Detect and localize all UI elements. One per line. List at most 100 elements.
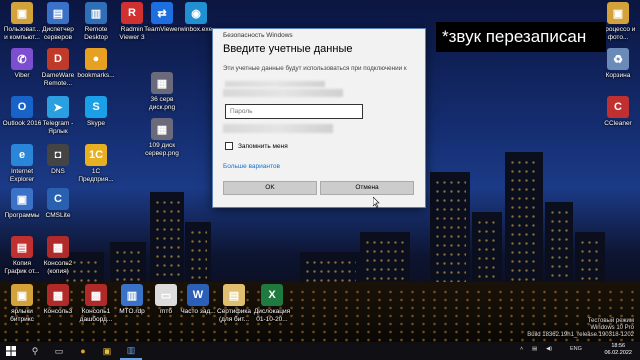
teamviewer-icon: ⇄: [151, 2, 173, 24]
desktop-icon-label: Корзина: [605, 72, 631, 79]
desktop-icon-label: bookmarks...: [77, 72, 115, 79]
desktop-icon[interactable]: ✆ Viber: [2, 48, 42, 80]
toolbox-icon: ▩: [47, 236, 69, 258]
dialog-description: Эти учетные данные будут использоваться …: [223, 65, 407, 72]
desktop-icon[interactable]: ▩ Консоль2 (копия): [38, 236, 78, 275]
internet-explorer-icon: e: [11, 144, 33, 166]
clock-date: 06.02.2022: [604, 350, 632, 356]
desktop-icon-label: ярлыки битрикс: [10, 308, 34, 323]
ccleaner-icon: C: [607, 96, 629, 118]
image-file-icon: ▦: [151, 72, 173, 94]
desktop-icon[interactable]: W Часто зад...: [178, 284, 218, 316]
desktop-icon-label: Сертифика (для бит...: [217, 308, 251, 323]
desktop-icon-label: winbox.exe: [179, 26, 213, 33]
taskbar: ⚲ ▭ ● ▣ ▥ ˄ ▤ ◀) ENG 18:56 06.02.2022: [0, 342, 640, 360]
desktop-icon[interactable]: ▤ Копия График от...: [2, 236, 42, 275]
desktop-icon-label: Часто зад...: [180, 308, 216, 315]
shortcut-folder-icon: ▣: [11, 284, 33, 306]
desktop-icon[interactable]: ▩ Консоль1 дашборд...: [76, 284, 116, 323]
mouse-cursor-icon: [373, 197, 380, 208]
desktop-icon[interactable]: ▣ Пользоват... и компьют...: [2, 2, 42, 41]
desktop-icon[interactable]: ▤ Сертифика (для бит...: [214, 284, 254, 323]
desktop-icon-label: 1С Предприя...: [78, 168, 114, 183]
desktop-icon[interactable]: ▣ Программы: [2, 188, 42, 220]
language-indicator[interactable]: ENG: [570, 346, 582, 352]
network-icon[interactable]: ▤: [532, 346, 537, 352]
dameware-icon: D: [47, 48, 69, 70]
taskbar-explorer-icon[interactable]: ▣: [96, 342, 118, 360]
tray-up-arrow-icon[interactable]: ˄: [520, 346, 523, 352]
viber-icon: ✆: [11, 48, 33, 70]
desktop-icon[interactable]: ◉ winbox.exe: [176, 2, 216, 34]
clock-time: 18:56: [611, 343, 626, 349]
desktop-icon-label: Skype: [86, 120, 106, 127]
checkbox-box[interactable]: [225, 142, 233, 150]
desktop-icon[interactable]: O Outlook 2016: [2, 96, 42, 128]
desktop-icon-label: Консоль1 дашборд...: [79, 308, 113, 323]
1c-icon: 1С: [85, 144, 107, 166]
start-button[interactable]: [0, 342, 22, 360]
desktop-icon[interactable]: ➤ Telegram - Ярлык: [38, 96, 78, 135]
remote-desktop-icon: ▥: [85, 2, 107, 24]
desktop-icon[interactable]: e Internet Explorer: [2, 144, 42, 183]
redacted-server-name: [225, 81, 325, 87]
desktop-icon[interactable]: ▥ Remote Desktop: [76, 2, 116, 41]
telegram-icon: ➤: [47, 96, 69, 118]
desktop-icon[interactable]: ♻ Корзина: [598, 48, 638, 80]
excel-file-icon: X: [261, 284, 283, 306]
dialog-heading: Введите учетные данные: [223, 43, 353, 55]
search-icon[interactable]: ⚲: [24, 342, 46, 360]
overlay-caption: *звук перезаписан: [436, 22, 606, 52]
taskbar-clock[interactable]: 18:56 06.02.2022: [604, 343, 632, 357]
watermark-line-3: Build 18362.19h1_release.190318-1202: [527, 332, 634, 338]
task-view-icon[interactable]: ▭: [48, 342, 70, 360]
programs-folder-icon: ▣: [11, 188, 33, 210]
more-options-link[interactable]: Больше вариантов: [223, 163, 280, 170]
users-folder-icon: ▣: [11, 2, 33, 24]
server-manager-icon: ▤: [47, 2, 69, 24]
desktop-icon[interactable]: X Дислокация 01-10-20...: [252, 284, 292, 323]
volume-icon[interactable]: ◀): [546, 346, 552, 352]
toolbox-icon: ▩: [47, 284, 69, 306]
desktop-icon-label: Диспетчер серверов: [42, 26, 74, 41]
image-file-icon: ▦: [151, 118, 173, 140]
test-mode-watermark: Тестовый режим Windows 10 Pro Build 1836…: [527, 318, 634, 339]
desktop-icon[interactable]: ▦ 36 серв диск.png: [142, 72, 182, 111]
desktop-icon[interactable]: ▦ 109 диск сервер.png: [142, 118, 182, 157]
cancel-button[interactable]: Отмена: [320, 181, 414, 195]
chrome-icon: ●: [85, 48, 107, 70]
desktop-icon-label: Internet Explorer: [9, 168, 35, 183]
desktop-icon-label: Программы: [4, 212, 40, 219]
desktop-icon[interactable]: D DameWare Remote...: [38, 48, 78, 87]
desktop-icon[interactable]: ▩ Консоль3: [38, 284, 78, 316]
word-file-icon: W: [187, 284, 209, 306]
remember-me-checkbox[interactable]: Запомнить меня: [225, 142, 288, 150]
desktop-icon[interactable]: ● bookmarks...: [76, 48, 116, 80]
remember-me-label: Запомнить меня: [238, 142, 288, 150]
desktop-icon[interactable]: 1С 1С Предприя...: [76, 144, 116, 183]
desktop-icon-label: Копия График от...: [4, 260, 40, 275]
desktop-icon-label: DameWare Remote...: [41, 72, 75, 87]
desktop-icon-label: Пользоват... и компьют...: [3, 26, 41, 41]
desktop-icon[interactable]: S Skype: [76, 96, 116, 128]
windows-logo-icon: [6, 346, 16, 356]
outlook-icon: O: [11, 96, 33, 118]
desktop-icon[interactable]: ◘ DNS: [38, 144, 78, 176]
toolbox-icon: ▩: [85, 284, 107, 306]
watermark-line-2: Windows 10 Pro: [590, 325, 634, 331]
taskbar-chrome-icon[interactable]: ●: [72, 342, 94, 360]
dns-icon: ◘: [47, 144, 69, 166]
desktop-icon[interactable]: ▤ Диспетчер серверов: [38, 2, 78, 41]
desktop-icon-label: Дислокация 01-10-20...: [253, 308, 291, 323]
ok-button[interactable]: OK: [223, 181, 317, 195]
watermark-line-1: Тестовый режим: [587, 318, 634, 324]
redacted-username: [223, 89, 343, 97]
redacted-domain: [223, 124, 333, 133]
desktop-icon[interactable]: ▣ ярлыки битрикс: [2, 284, 42, 323]
desktop-icon-label: Viber: [14, 72, 30, 79]
taskbar-security-app-icon[interactable]: ▥: [120, 342, 142, 360]
password-field[interactable]: Пароль: [225, 104, 363, 119]
desktop-icon[interactable]: C CCleaner: [598, 96, 638, 128]
desktop-icon[interactable]: C CMSLite: [38, 188, 78, 220]
desktop-icon-label: Консоль3: [43, 308, 73, 315]
